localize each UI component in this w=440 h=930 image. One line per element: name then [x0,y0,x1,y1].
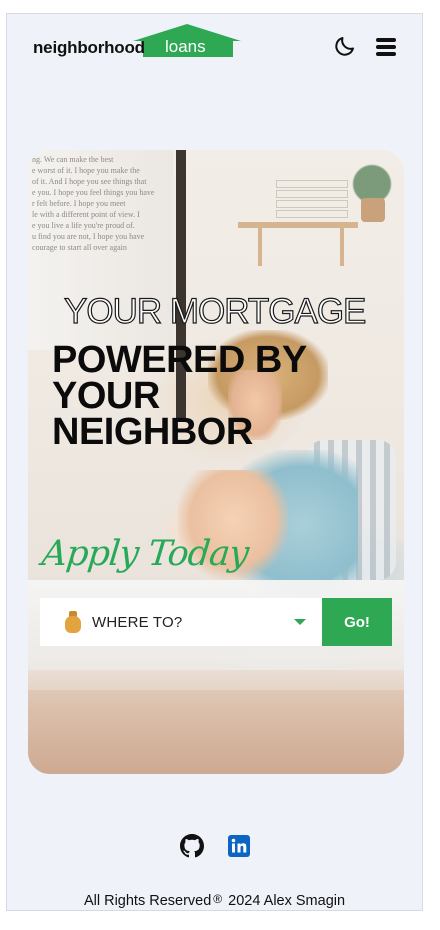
apply-today-text: Apply Today [39,534,251,574]
money-bag-icon [62,609,84,635]
destination-search: WHERE TO? Go! [40,598,392,646]
hero-title-line: NEIGHBOR [52,411,253,453]
hero-title: POWERED BY YOUR NEIGHBOR [52,339,372,453]
brand-logo[interactable]: neighborhood loans [33,24,243,58]
social-links [180,834,250,858]
chevron-down-icon [294,619,306,625]
go-button[interactable]: Go! [322,598,392,646]
logo-text-neighborhood: neighborhood [33,38,145,57]
hero-banner: ng. We can make the best e worst of it. … [28,150,404,774]
github-icon[interactable] [180,834,204,858]
copyright-prefix: All Rights Reserved [83,893,212,909]
hero-books [276,180,348,222]
destination-select[interactable]: WHERE TO? [40,598,322,646]
hero-title-line: YOUR [52,375,160,417]
logo-text-loans: loans [165,37,206,56]
destination-select-label: WHERE TO? [92,613,183,631]
hero-plant-pot [361,198,385,222]
hero-shelf-bracket [258,228,262,266]
registered-mark: ® [213,892,223,906]
hero-floor [28,670,404,774]
hero-kicker: YOUR MORTGAGE [63,291,367,331]
moon-icon[interactable] [333,34,357,58]
hero-wall-quote: ng. We can make the best e worst of it. … [32,155,155,252]
hero-shelf-bracket [340,228,344,266]
copyright-suffix: 2024 Alex Smagin [228,893,346,909]
hero-title-line: POWERED BY [52,339,307,381]
copyright-text: All Rights Reserved ® 2024 Alex Smagin [7,892,422,909]
linkedin-icon[interactable] [228,835,250,857]
hamburger-icon[interactable] [376,38,396,58]
app-frame: neighborhood loans ng. We can make the b… [6,13,423,911]
